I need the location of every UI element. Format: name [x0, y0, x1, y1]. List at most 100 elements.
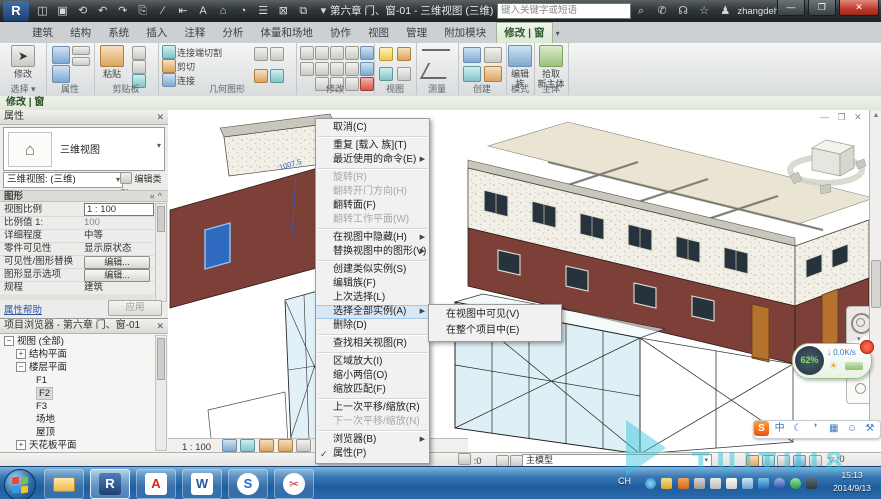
scroll-up-icon[interactable]: ▲ — [870, 110, 881, 122]
vertical-scrollbar[interactable]: ▲ — [869, 110, 881, 438]
redo-icon[interactable]: ↷ — [114, 3, 131, 19]
split-face-icon[interactable] — [270, 69, 284, 83]
volume-icon[interactable] — [710, 478, 721, 489]
favorites-icon[interactable]: ☆ — [695, 3, 713, 19]
copy-icon[interactable] — [315, 62, 329, 76]
crop-view-icon[interactable] — [296, 439, 311, 452]
lightbulb-icon[interactable] — [379, 47, 393, 61]
open-icon[interactable]: ◫ — [34, 3, 51, 19]
array-icon[interactable] — [360, 62, 374, 76]
panel-label-select[interactable]: 选择 ▾ — [0, 84, 46, 95]
override-graphics-icon[interactable] — [379, 67, 393, 81]
panel-label-clipboard[interactable]: 剪贴板 — [94, 84, 158, 95]
speedup-ball-widget[interactable]: 62% ↓ 0.0K/s ☀ — [792, 343, 872, 379]
tab-analyze[interactable]: 分析 — [215, 23, 250, 43]
print-icon[interactable]: ⎘ — [134, 3, 151, 19]
close-button[interactable]: ✕ — [839, 0, 879, 16]
text-icon[interactable]: A — [195, 3, 212, 19]
beam-joins-icon[interactable] — [270, 47, 284, 61]
communication-center-icon[interactable]: ✆ — [653, 3, 671, 19]
taskbar-clock[interactable]: 15:13 2014/9/13 — [825, 469, 879, 495]
tab-annotate[interactable]: 注释 — [177, 23, 212, 43]
submenu-item-in-entire-project[interactable]: 在整个项目中(E) — [429, 323, 561, 339]
tab-modify-window[interactable]: 修改 | 窗 — [496, 22, 552, 43]
tab-architecture[interactable]: 建筑 — [25, 23, 60, 43]
language-indicator[interactable]: CH — [618, 476, 631, 486]
visual-style-icon[interactable] — [222, 439, 237, 452]
properties-help-link[interactable]: 属性帮助 — [4, 302, 42, 316]
panel-label-view[interactable]: 视图 — [374, 84, 416, 95]
search-icon[interactable]: ⌕ — [632, 3, 650, 19]
tree-node-site[interactable]: 场地 — [2, 413, 154, 426]
rendering-icon[interactable] — [278, 439, 293, 452]
move-icon[interactable] — [300, 62, 314, 76]
sun-path-icon[interactable] — [240, 439, 255, 452]
taskbar-pdf-reader[interactable]: A — [136, 469, 176, 499]
tab-collaborate[interactable]: 协作 — [323, 23, 358, 43]
mirror-draw-icon[interactable] — [345, 46, 359, 60]
menu-item-recent-commands[interactable]: 最近使用的命令(E)▶ — [316, 153, 429, 167]
ime-fullhalf-icon[interactable]: ☾ — [790, 421, 805, 436]
navbar-options-icon[interactable] — [855, 383, 866, 394]
create-assembly-icon[interactable] — [463, 66, 481, 82]
tree-node-f2[interactable]: F2 — [2, 387, 154, 400]
default-3d-view-icon[interactable]: ⌂ — [215, 3, 232, 19]
section-icon[interactable]: ◔ — [235, 3, 252, 19]
worksets-icon[interactable] — [458, 453, 471, 465]
cut-geometry-button[interactable]: 剪切 — [177, 60, 195, 73]
rotate-icon[interactable] — [330, 62, 344, 76]
switch-windows-icon[interactable]: ⧉ — [295, 3, 312, 19]
tray-icon-office[interactable] — [678, 478, 689, 489]
menu-item-repeat[interactable]: 重复 [载入 族](T) — [316, 139, 429, 153]
ime-skin-icon[interactable]: ☺ — [844, 421, 859, 436]
tree-node-f3[interactable]: F3 — [2, 400, 154, 413]
menu-item-properties[interactable]: ✓属性(P) — [316, 447, 429, 461]
linework-icon[interactable] — [397, 67, 411, 81]
sync-icon[interactable]: ⟲ — [74, 3, 91, 19]
panel-label-properties[interactable]: 属性 — [46, 84, 94, 95]
dimension-icon[interactable]: ⇤ — [174, 3, 191, 19]
menu-item-delete[interactable]: 删除(D) — [316, 319, 429, 333]
taskbar-browser[interactable]: S — [228, 469, 268, 499]
ime-toolbox-icon[interactable]: ⚒ — [862, 421, 877, 436]
tab-structure[interactable]: 结构 — [63, 23, 98, 43]
menu-item-zoom-to-fit[interactable]: 缩放匹配(F) — [316, 383, 429, 397]
hide-elements-icon[interactable] — [397, 47, 411, 61]
graphics-section-header[interactable]: 图形 « ^ — [0, 190, 168, 202]
demolish-icon[interactable] — [254, 69, 268, 83]
paste-button[interactable]: 粘贴 — [98, 44, 126, 80]
project-browser-header[interactable]: 项目浏览器 - 第六章 门、窗-01 ✕ — [0, 319, 168, 334]
tree-node-f1[interactable]: F1 — [2, 374, 154, 387]
tree-node-ceiling-plans[interactable]: +天花板平面 — [2, 439, 154, 452]
tab-systems[interactable]: 系统 — [101, 23, 136, 43]
properties-toggle-icon[interactable] — [72, 57, 90, 66]
edit-type-button[interactable]: 编辑类型 — [120, 172, 165, 187]
tray-icon-device[interactable] — [694, 478, 705, 489]
trim-icon[interactable] — [345, 62, 359, 76]
panel-label-mode[interactable]: 模式 — [506, 84, 534, 95]
menu-item-browsers[interactable]: 浏览器(B)▶ — [316, 433, 429, 447]
ime-softkeyboard-icon[interactable]: ▦ — [826, 421, 841, 436]
properties-scrollbar[interactable] — [155, 203, 167, 302]
sogou-logo-icon[interactable]: S — [754, 421, 769, 436]
start-button[interactable] — [4, 469, 36, 499]
panel-label-geometry[interactable]: 几何图形 — [158, 84, 296, 95]
close-hidden-windows-icon[interactable]: ⊠ — [275, 3, 292, 19]
antivirus-icon[interactable] — [790, 478, 801, 489]
menu-item-zoom-out[interactable]: 缩小两倍(O) — [316, 369, 429, 383]
menu-item-cancel[interactable]: 取消(C) — [316, 121, 429, 135]
maximize-button[interactable]: ❐ — [808, 0, 836, 16]
tray-icon-update[interactable] — [645, 478, 656, 489]
tree-node-views[interactable]: −视图 (全部) — [2, 335, 154, 348]
taskbar-explorer[interactable] — [44, 469, 84, 499]
tab-addins[interactable]: 附加模块 — [437, 23, 493, 43]
align-icon[interactable] — [300, 46, 314, 60]
parts-visibility-value[interactable]: 显示原状态 — [84, 242, 150, 255]
submenu-item-visible-in-view[interactable]: 在视图中可见(V) — [429, 307, 561, 323]
detail-level-value[interactable]: 中等 — [84, 229, 150, 242]
properties-alt-icon[interactable] — [72, 46, 90, 55]
thin-lines-icon[interactable]: ☰ — [255, 3, 272, 19]
type-selector[interactable]: ⌂ 三维视图 ▾ — [3, 127, 165, 171]
filter-count[interactable]: ▽ :0 — [828, 453, 845, 467]
tab-view[interactable]: 视图 — [361, 23, 396, 43]
